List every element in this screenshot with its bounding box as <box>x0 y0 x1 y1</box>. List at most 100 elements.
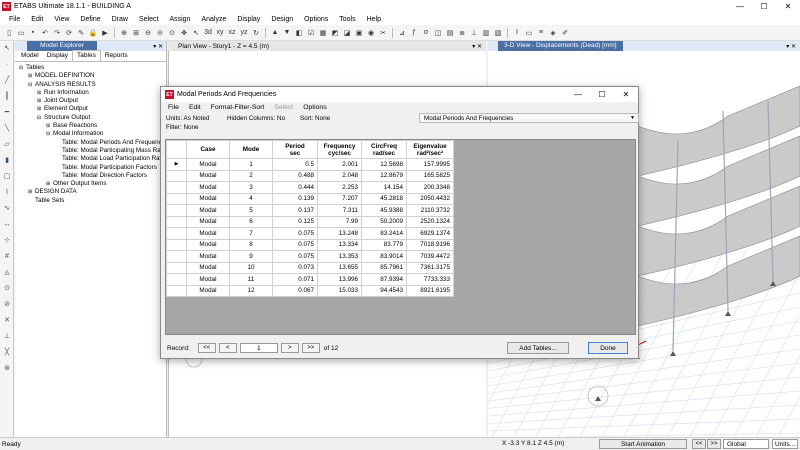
redo-icon[interactable]: ↷ <box>52 28 62 38</box>
table-cell[interactable]: 7.311 <box>317 204 362 217</box>
show-forces-icon[interactable]: ƒ <box>409 28 419 38</box>
table-cell[interactable]: 7018.9196 <box>406 238 454 251</box>
table-cell[interactable]: 6 <box>229 215 273 228</box>
table-cell[interactable]: Modal <box>186 181 230 194</box>
table-cell[interactable]: 13.334 <box>317 238 362 251</box>
row-selector[interactable] <box>166 181 187 194</box>
expand-icon[interactable]: ⊞ <box>46 180 53 188</box>
table-cell[interactable]: 83.9014 <box>361 250 407 263</box>
tree-node[interactable]: ⊟ Tables <box>19 64 166 72</box>
tree-node[interactable]: Table: Modal Participating Mass Ratios <box>19 147 166 155</box>
tree-node[interactable]: ⊟ Modal Information <box>19 130 166 138</box>
table-row[interactable]: Modal 10 0.073 13.655 85.7961 7361.3175 <box>166 261 454 274</box>
set-display-icon[interactable]: ▣ <box>354 28 364 38</box>
table-cell[interactable]: 13.353 <box>317 250 362 263</box>
row-selector[interactable] <box>166 238 187 251</box>
table-cell[interactable]: 87.9394 <box>361 273 407 286</box>
record-input[interactable]: 1 <box>239 343 278 353</box>
move-up-icon[interactable]: ▲ <box>270 28 280 38</box>
row-selector[interactable] <box>166 227 187 240</box>
table-cell[interactable]: 3 <box>229 181 273 194</box>
first-record-button[interactable]: << <box>197 343 216 353</box>
menu-options[interactable]: Options <box>304 16 328 23</box>
table-cell[interactable]: Modal <box>186 261 230 274</box>
row-selector[interactable] <box>166 284 187 297</box>
undo-icon[interactable]: ↶ <box>40 28 50 38</box>
menu-design[interactable]: Design <box>271 16 293 23</box>
table-cell[interactable]: 0.071 <box>272 273 318 286</box>
table-cell[interactable]: 7.99 <box>317 215 362 228</box>
draw-beam-icon[interactable]: ━ <box>2 108 12 118</box>
column-header-case[interactable]: Case <box>186 140 230 159</box>
column-header-circfreq[interactable]: CircFreq rad/sec <box>361 140 407 159</box>
expand-icon[interactable]: ⊞ <box>28 72 35 80</box>
table-cell[interactable]: 0.075 <box>272 227 318 240</box>
units-button[interactable]: Units... <box>772 439 798 449</box>
table-cell[interactable]: 2110.3732 <box>406 204 454 217</box>
table-cell[interactable]: Modal <box>186 238 230 251</box>
menu-file[interactable]: File <box>9 16 20 23</box>
menu-tools[interactable]: Tools <box>339 16 355 23</box>
dialog-menu-options[interactable]: Options <box>303 104 326 111</box>
show-deformed-icon[interactable]: ⊿ <box>397 28 407 38</box>
table-cell[interactable]: 0.075 <box>272 238 318 251</box>
column-header-period[interactable]: Period sec <box>272 140 318 159</box>
display-options-icon[interactable]: ☑ <box>306 28 316 38</box>
table-cell[interactable]: 2.253 <box>317 181 362 194</box>
draw-column-icon[interactable]: ┃ <box>2 92 12 102</box>
close-button[interactable]: ✕ <box>776 0 800 13</box>
table-select-dropdown[interactable]: Modal Periods And Frequencies ▼ <box>419 113 639 123</box>
show-tables-icon[interactable]: ▤ <box>445 28 455 38</box>
reference-icon[interactable]: ⊥ <box>469 28 479 38</box>
table-cell[interactable]: 12 <box>229 284 273 297</box>
rotate-icon[interactable]: ↻ <box>251 28 261 38</box>
next-record-button[interactable]: > <box>280 343 299 353</box>
table-cell[interactable]: 45.9388 <box>361 204 407 217</box>
menu-analyze[interactable]: Analyze <box>201 16 226 23</box>
expand-icon[interactable]: ⊞ <box>37 105 44 113</box>
table-cell[interactable]: 5 <box>229 204 273 217</box>
table-cell[interactable]: 0.488 <box>272 169 318 182</box>
table-cell[interactable]: 13.655 <box>317 261 362 274</box>
draw-dimension-icon[interactable]: ↔ <box>2 220 12 230</box>
table-cell[interactable]: 157.9995 <box>406 158 454 171</box>
table-cell[interactable]: 2.001 <box>317 158 362 171</box>
zoom-window-icon[interactable]: ⊞ <box>131 28 141 38</box>
table-cell[interactable]: Modal <box>186 273 230 286</box>
tree-node[interactable]: Table: Modal Direction Factors <box>19 172 166 180</box>
table-cell[interactable]: 0.075 <box>272 250 318 263</box>
table-cell[interactable]: Modal <box>186 169 230 182</box>
select-pointer-icon[interactable]: ↖ <box>2 44 12 54</box>
row-selector[interactable] <box>166 204 187 217</box>
done-button[interactable]: Done <box>588 342 628 354</box>
brush-icon[interactable]: ✐ <box>560 28 570 38</box>
draw-wall-icon[interactable]: ▮ <box>2 156 12 166</box>
tree-node[interactable]: ⊞ Run Information <box>19 89 166 97</box>
tree-node[interactable]: Table: Modal Periods And Frequencies <box>19 139 166 147</box>
view-3d-controls[interactable]: ▾ ✕ <box>786 43 796 50</box>
draw-slab-icon[interactable]: ▱ <box>2 140 12 150</box>
row-selector[interactable] <box>166 192 187 205</box>
table-row[interactable]: Modal 5 0.137 7.311 45.9388 2110.3732 <box>166 204 454 217</box>
animation-next-button[interactable]: >> <box>707 439 721 449</box>
table-cell[interactable]: Modal <box>186 284 230 297</box>
table-cell[interactable]: 12.5698 <box>361 158 407 171</box>
snap-icon[interactable]: ⊙ <box>2 284 12 294</box>
table-cell[interactable]: 13.248 <box>317 227 362 240</box>
table-row[interactable]: Modal 6 0.125 7.99 50.2009 2520.1324 <box>166 215 454 228</box>
snap-midpoint-icon[interactable]: ⊘ <box>2 300 12 310</box>
dialog-menu-format-filter-sort[interactable]: Format-Filter-Sort <box>211 104 265 111</box>
expand-icon[interactable]: ⊞ <box>28 188 35 196</box>
menu-help[interactable]: Help <box>367 16 381 23</box>
zoom-previous-icon[interactable]: ⊖ <box>143 28 153 38</box>
table-cell[interactable]: 165.5825 <box>406 169 454 182</box>
expand-icon[interactable]: ⊞ <box>37 89 44 97</box>
collapse-icon[interactable]: ⊟ <box>28 81 35 89</box>
zoom-in-icon[interactable]: ⊕ <box>119 28 129 38</box>
draw-brace-icon[interactable]: ╲ <box>2 124 12 134</box>
menu-define[interactable]: Define <box>80 16 100 23</box>
story-response-icon[interactable]: ≣ <box>457 28 467 38</box>
table-cell[interactable]: 12.8679 <box>361 169 407 182</box>
snap-line-icon[interactable]: ╳ <box>2 348 12 358</box>
table-cell[interactable]: 0.139 <box>272 192 318 205</box>
